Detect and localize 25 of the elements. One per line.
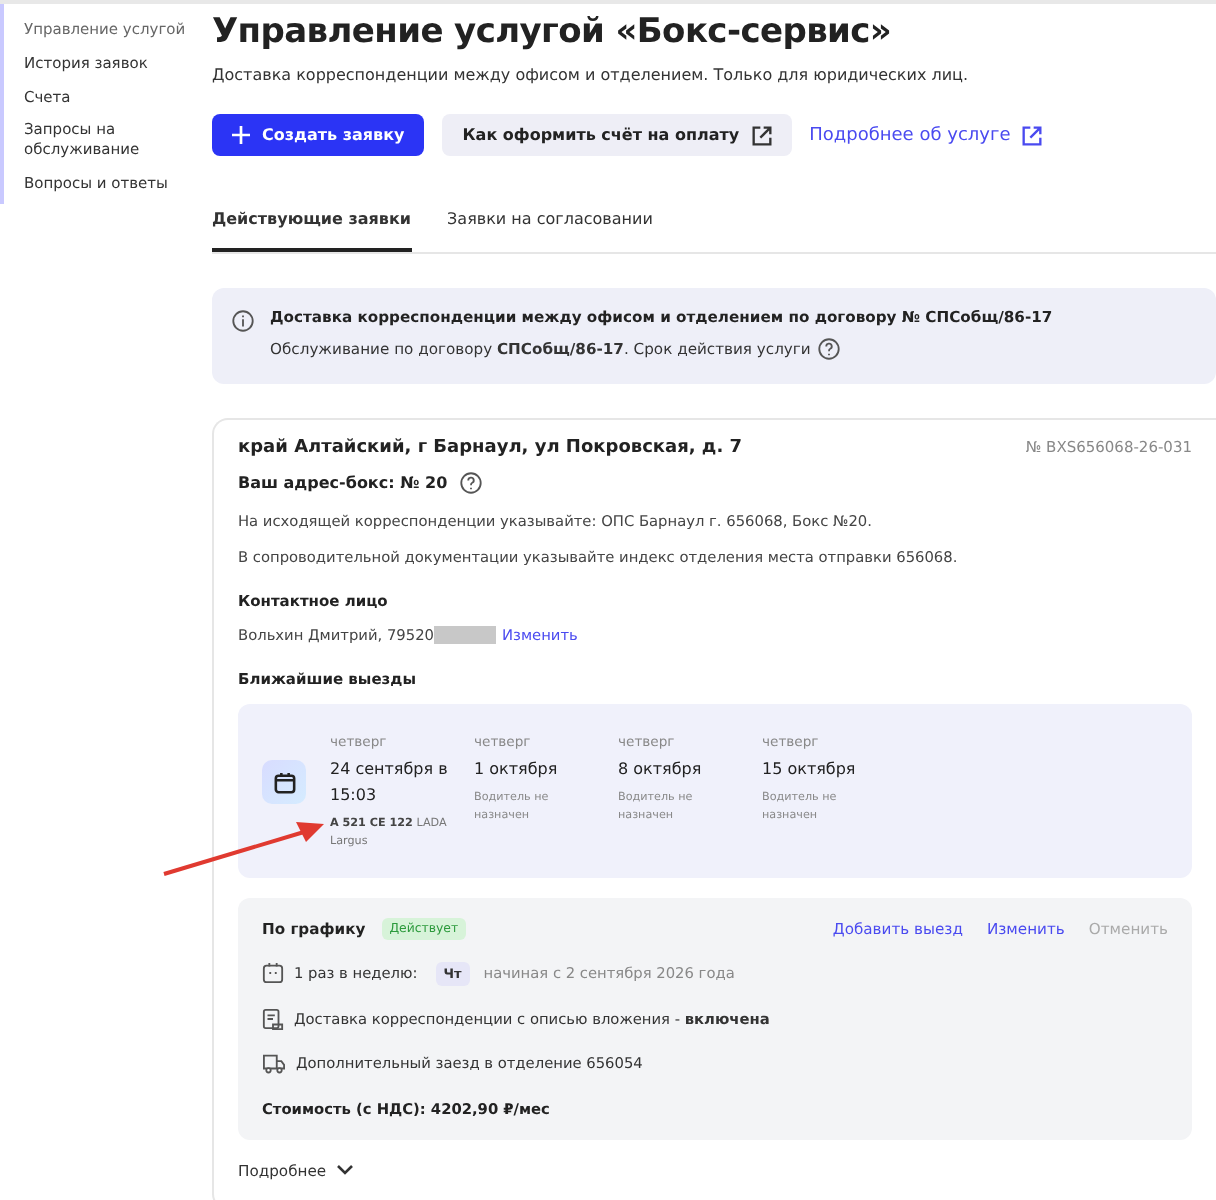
trip-date: 15 октября [762,758,858,782]
calendar-icon [273,771,295,793]
address-title: край Алтайский, г Барнаул, ул Покровская, д. 7 [238,438,743,458]
calendar-icon [262,962,284,985]
tab[interactable]: Заявки на согласовании [447,210,653,252]
create-request-button[interactable]: Создать заявку [212,114,425,156]
redaction-block [434,626,496,644]
address-box-label: Ваш адрес-бокс: № 20 [238,474,448,492]
service-info-link[interactable]: Подробнее об услуге [809,114,1043,156]
help-icon[interactable] [818,338,841,360]
trip-date: 8 октября [618,758,704,782]
plus-icon [232,126,250,144]
trip-date: 24 сентября в 15:03 [330,758,450,808]
help-icon[interactable] [459,472,482,494]
chevron-down-icon [336,1164,355,1177]
tab[interactable]: Действующие заявки [212,210,412,252]
external-link-icon [751,125,772,145]
trip-date: 1 октября [474,758,560,782]
document-box-icon [262,1007,284,1030]
info-icon [232,310,254,332]
page-title: Управление услугой «Бокс-сервис» [212,12,894,52]
invoice-help-button[interactable]: Как оформить счёт на оплату [442,114,792,156]
page-subtitle: Доставка корреспонденции между офисом и отделением. Только для юридических лиц. [212,66,971,84]
external-link-icon [1022,125,1043,145]
truck-icon [262,1051,286,1074]
